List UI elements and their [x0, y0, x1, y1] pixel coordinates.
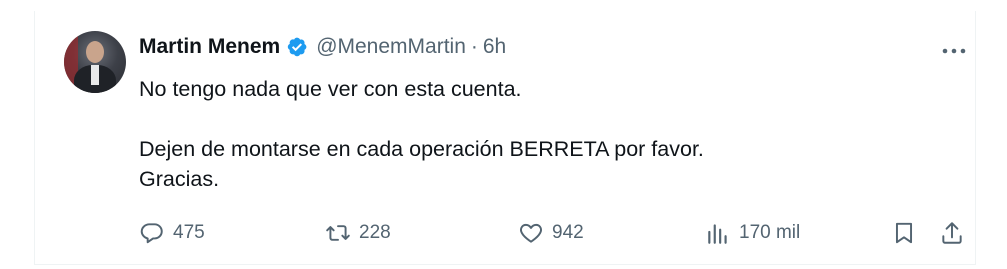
repost-icon	[326, 225, 350, 241]
repost-count: 228	[359, 222, 391, 243]
views-button[interactable]: 170 mil	[705, 218, 800, 248]
share-icon	[942, 222, 962, 244]
like-count: 942	[552, 222, 584, 243]
bookmark-button[interactable]	[891, 218, 917, 248]
tweet-header: Martin Menem @MenemMartin · 6h	[139, 33, 506, 61]
views-count: 170 mil	[739, 222, 801, 243]
share-button[interactable]	[939, 218, 965, 248]
like-button[interactable]: 942	[518, 218, 584, 248]
tweet-line: Gracias.	[139, 167, 220, 191]
heart-icon	[520, 223, 542, 243]
more-icon[interactable]	[941, 43, 967, 54]
tweet-card[interactable]: Martin Menem @MenemMartin · 6h No tengo …	[34, 11, 976, 265]
author-name[interactable]: Martin Menem	[139, 33, 280, 61]
author-handle[interactable]: @MenemMartin	[316, 33, 466, 61]
separator: ·	[470, 35, 478, 58]
reply-button[interactable]: 475	[139, 218, 205, 248]
reply-count: 475	[173, 222, 205, 243]
repost-button[interactable]: 228	[325, 218, 391, 248]
reply-icon	[140, 223, 163, 244]
verified-badge-icon[interactable]	[286, 36, 308, 58]
bookmark-icon	[895, 222, 913, 244]
action-bar: 475 228 942 170 mil	[139, 218, 969, 248]
views-icon	[708, 224, 727, 244]
tweet-line: Dejen de montarse en cada operación BERR…	[139, 137, 704, 161]
timestamp[interactable]: 6h	[483, 33, 506, 61]
tweet-text: No tengo nada que ver con esta cuenta. D…	[139, 74, 959, 194]
avatar[interactable]	[64, 31, 126, 93]
tweet-line: No tengo nada que ver con esta cuenta.	[139, 77, 522, 101]
